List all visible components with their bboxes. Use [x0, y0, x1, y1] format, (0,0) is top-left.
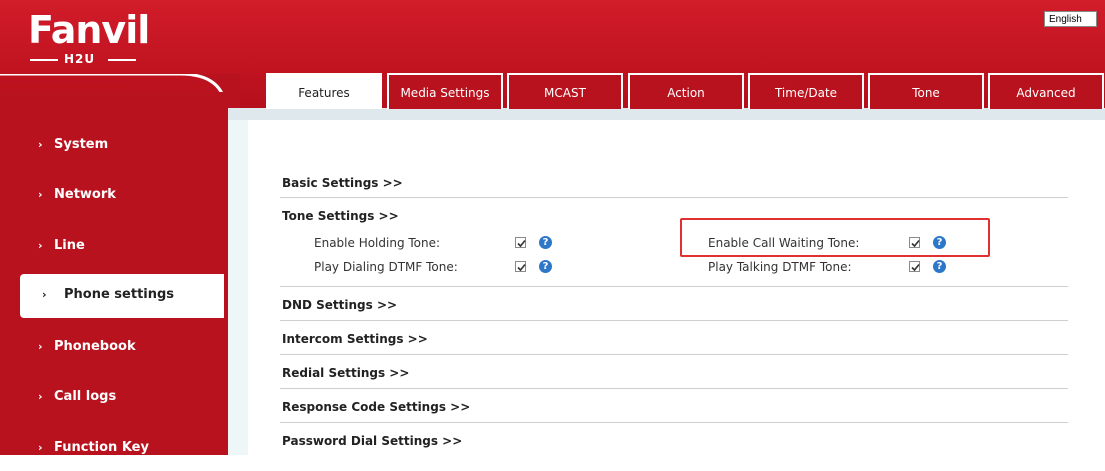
section-divider	[280, 422, 1068, 423]
sidebar-item-label: Phone settings	[64, 287, 175, 302]
sidebar-item-line[interactable]: › Line	[0, 225, 228, 269]
tab-features[interactable]: Features	[266, 73, 382, 109]
sidebar-item-label: Network	[54, 187, 116, 202]
logo-bar-right	[108, 59, 136, 61]
section-basic-settings[interactable]: Basic Settings >>	[282, 176, 403, 190]
section-divider	[280, 197, 1068, 198]
logo-bar-left	[30, 59, 58, 61]
tab-tone[interactable]: Tone	[868, 73, 984, 109]
section-redial-settings[interactable]: Redial Settings >>	[282, 366, 409, 380]
chevron-right-icon: ›	[42, 288, 47, 301]
play-talking-dtmf-tone-checkbox[interactable]	[909, 261, 920, 272]
help-icon[interactable]: ?	[539, 236, 552, 249]
tab-media-settings[interactable]: Media Settings	[387, 73, 503, 109]
section-tone-settings[interactable]: Tone Settings >>	[282, 209, 399, 223]
play-dialing-dtmf-tone-checkbox[interactable]	[515, 261, 526, 272]
section-divider	[280, 286, 1068, 287]
sidebar-item-label: Line	[54, 238, 85, 253]
logo-sub-text: H2U	[64, 52, 96, 66]
help-icon[interactable]: ?	[933, 260, 946, 273]
chevron-right-icon: ›	[38, 441, 43, 454]
chevron-right-icon: ›	[38, 390, 43, 403]
sidebar-item-label: Phonebook	[54, 339, 136, 354]
section-divider	[280, 388, 1068, 389]
tab-time-date[interactable]: Time/Date	[748, 73, 864, 109]
sidebar-item-phonebook[interactable]: › Phonebook	[0, 326, 228, 370]
enable-holding-tone-label: Enable Holding Tone:	[314, 236, 441, 250]
sidebar-item-function-key[interactable]: › Function Key	[0, 427, 228, 471]
help-icon[interactable]: ?	[539, 260, 552, 273]
play-talking-dtmf-tone-label: Play Talking DTMF Tone:	[708, 260, 852, 274]
highlight-box	[680, 218, 990, 257]
play-dialing-dtmf-tone-label: Play Dialing DTMF Tone:	[314, 260, 458, 274]
sidebar-item-phone-settings[interactable]: › Phone settings	[20, 274, 224, 318]
checkmark-icon	[911, 263, 920, 272]
sidebar-item-system[interactable]: › System	[0, 124, 228, 168]
section-intercom-settings[interactable]: Intercom Settings >>	[282, 332, 428, 346]
checkmark-icon	[517, 263, 526, 272]
sidebar-item-call-logs[interactable]: › Call logs	[0, 376, 228, 420]
chevron-right-icon: ›	[38, 239, 43, 252]
tab-advanced[interactable]: Advanced	[988, 73, 1104, 109]
chevron-right-icon: ›	[38, 340, 43, 353]
sidebar-item-label: Function Key	[54, 440, 149, 455]
sidebar: › System › Network › Line › Phone settin…	[0, 92, 228, 455]
tab-action[interactable]: Action	[628, 73, 744, 109]
fanvil-logo: Fanvil H2U	[28, 10, 150, 66]
chevron-right-icon: ›	[38, 188, 43, 201]
sidebar-item-label: Call logs	[54, 389, 117, 404]
logo-text: Fanvil	[28, 8, 150, 52]
section-password-dial-settings[interactable]: Password Dial Settings >>	[282, 434, 462, 448]
chevron-right-icon: ›	[38, 138, 43, 151]
enable-holding-tone-checkbox[interactable]	[515, 237, 526, 248]
section-dnd-settings[interactable]: DND Settings >>	[282, 298, 397, 312]
sidebar-item-label: System	[54, 137, 109, 152]
tab-mcast[interactable]: MCAST	[507, 73, 623, 109]
sidebar-item-network[interactable]: › Network	[0, 174, 228, 218]
section-divider	[280, 320, 1068, 321]
section-response-code-settings[interactable]: Response Code Settings >>	[282, 400, 470, 414]
checkmark-icon	[517, 239, 526, 248]
language-select[interactable]: English	[1044, 11, 1097, 27]
logo-subtitle: H2U	[28, 52, 138, 66]
section-divider	[280, 354, 1068, 355]
